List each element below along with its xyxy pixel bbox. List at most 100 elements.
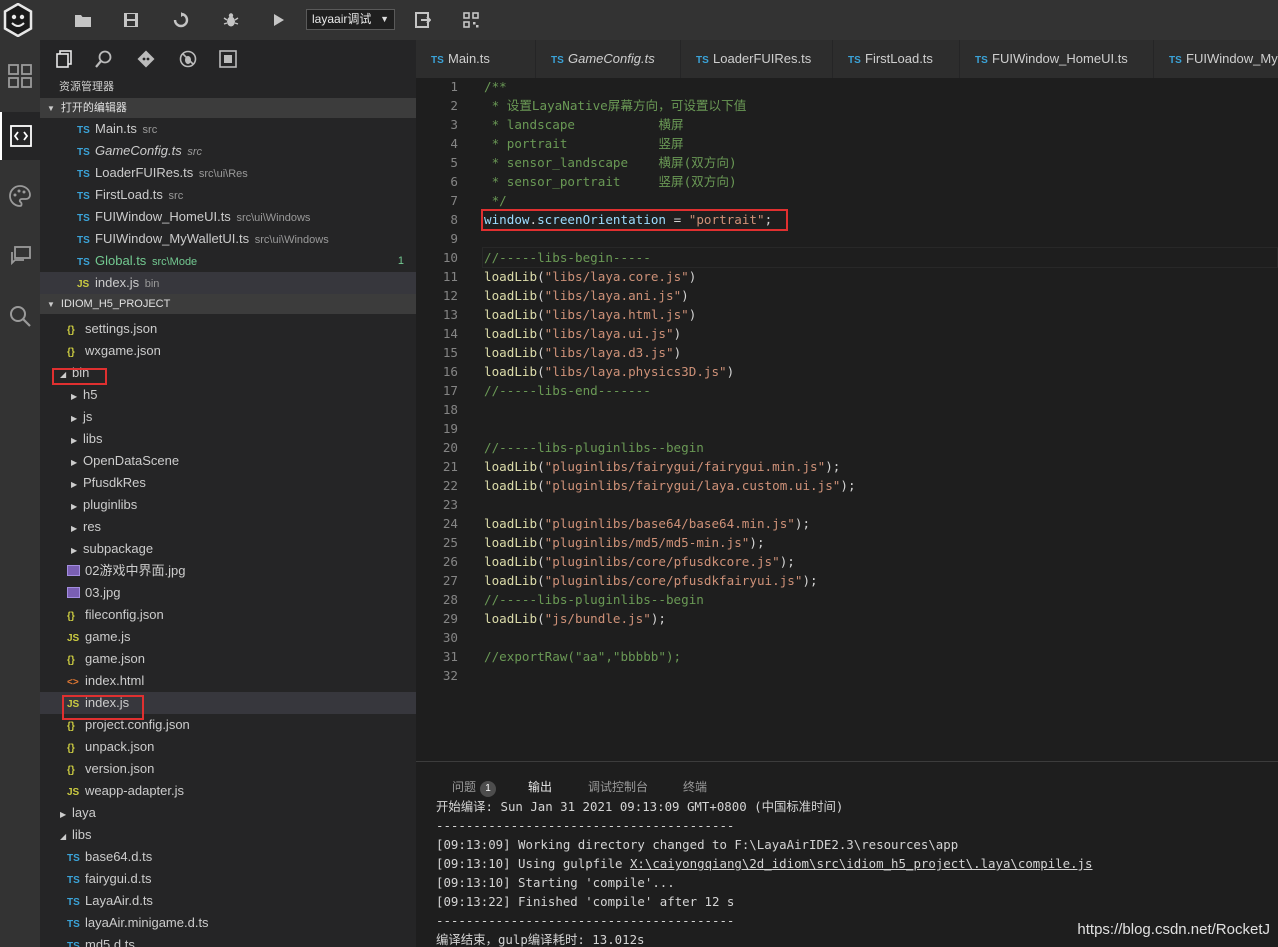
search-icon[interactable] [0,292,40,340]
editor-tab[interactable]: TS Main.ts [416,40,536,78]
export-icon[interactable] [412,9,434,31]
code-line: 21 loadLib("pluginlibs/fairygui/fairygui.… [416,457,1278,476]
open-editor-item[interactable]: TS LoaderFUIRes.ts src\ui\Res [40,162,416,184]
open-editor-item[interactable]: TS FUIWindow_HomeUI.ts src\ui\Windows [40,206,416,228]
save-icon[interactable] [120,9,142,31]
tree-item[interactable]: ▶ PfusdkRes [40,472,416,494]
tree-item[interactable]: ▶ libs [40,428,416,450]
panel-tab[interactable]: 终端 [683,778,707,795]
code-editor[interactable]: 1/** 2 * 设置LayaNative屏幕方向，可设置以下值 3 * lands… [416,78,1278,761]
problem-count-badge: 1 [480,781,497,797]
tree-item[interactable]: {} unpack.json [40,736,416,758]
tree-item[interactable]: ▶ pluginlibs [40,494,416,516]
tree-item[interactable]: {} fileconfig.json [40,604,416,626]
editor-tab[interactable]: TS GameConfig.ts [536,40,681,78]
tree-item[interactable]: ▶ subpackage [40,538,416,560]
line-number: 7 [450,193,458,208]
open-editor-item[interactable]: TS Main.ts src [40,118,416,140]
code-editor-icon[interactable] [0,112,40,160]
code-token: ( [537,478,545,493]
output-link[interactable]: X:\caiyongqiang\2d_idiom\src\idiom_h5_pr… [630,856,1093,871]
tree-item[interactable]: {} wxgame.json [40,340,416,362]
tree-item[interactable]: TS base64.d.ts [40,846,416,868]
code-token: ) [688,269,697,284]
code-token: ) [688,307,697,322]
panel-tab[interactable]: 输出 [528,778,552,795]
output-line: [09:13:09] Working directory changed to … [436,837,959,852]
code-token: "libs/laya.d3.js" [544,345,674,360]
code-text: loadLib("js/bundle.js"); [484,609,666,628]
code-token: "js/bundle.js" [544,611,651,626]
tree-item[interactable]: JS game.js [40,626,416,648]
typescript-file-icon: TS [431,55,444,66]
tree-item[interactable]: TS fairygui.d.ts [40,868,416,890]
open-folder-icon[interactable] [72,9,94,31]
line-number: 32 [442,668,458,683]
tab-label: LoaderFUIRes.ts [713,51,812,66]
tree-item[interactable]: ▶ res [40,516,416,538]
panel-tab[interactable]: 问题 1 [452,778,497,797]
files-icon[interactable] [53,48,75,70]
tree-item-name: project.config.json [85,717,190,732]
code-token: /** [484,79,507,94]
search-icon[interactable] [93,48,115,70]
line-number: 3 [450,117,458,132]
open-editor-item[interactable]: TS FUIWindow_MyWalletUI.ts src\ui\Windows [40,228,416,250]
typescript-file-icon: TS [67,853,80,864]
code-token: loadLib [484,478,538,493]
tree-item[interactable]: 03.jpg [40,582,416,604]
qrcode-icon[interactable] [460,9,482,31]
open-editor-item[interactable]: TS Global.ts src\Mode 1 [40,250,416,272]
debug-icon[interactable] [177,48,199,70]
tree-item[interactable]: {} version.json [40,758,416,780]
open-editor-item[interactable]: TS GameConfig.ts src [40,140,416,162]
open-editor-item[interactable]: JS index.js bin [40,272,416,294]
tree-item[interactable]: JS index.js [40,692,416,714]
code-text: * sensor_portrait 竖屏(双方向) [484,172,737,191]
tree-item[interactable]: ◢ libs [40,824,416,846]
code-token: ( [537,364,545,379]
tree-item[interactable]: ▶ OpenDataScene [40,450,416,472]
code-token: ( [537,345,545,360]
tree-item[interactable]: ▶ h5 [40,384,416,406]
tree-item[interactable]: TS md5.d.ts [40,934,416,947]
tree-item[interactable]: <> index.html [40,670,416,692]
run-play-icon[interactable] [268,9,290,31]
output-line: ---------------------------------------- [436,818,735,833]
project-header[interactable]: ▼ IDIOM_H5_PROJECT [40,294,416,314]
tree-item[interactable]: {} game.json [40,648,416,670]
code-line: 27 loadLib("pluginlibs/core/pfusdkfairyui… [416,571,1278,590]
refresh-icon[interactable] [170,9,192,31]
code-line: 32 [416,666,1278,685]
tree-item[interactable]: {} settings.json [40,318,416,340]
panel-tab[interactable]: 调试控制台 [588,778,648,795]
editor-tab[interactable]: TS FUIWindow_HomeUI.ts [960,40,1154,78]
tree-item[interactable]: ◢ bin [40,362,416,384]
chat-icon[interactable] [0,232,40,280]
tree-item[interactable]: ▶ laya [40,802,416,824]
grid-view-icon[interactable] [0,52,40,100]
extensions-icon[interactable] [217,48,239,70]
tree-item[interactable]: JS weapp-adapter.js [40,780,416,802]
open-editor-item[interactable]: TS FirstLoad.ts src [40,184,416,206]
tree-item[interactable]: {} project.config.json [40,714,416,736]
code-line: 22 loadLib("pluginlibs/fairygui/laya.cust… [416,476,1278,495]
code-token: . [529,212,538,227]
javascript-file-icon: JS [67,787,80,798]
editor-tab[interactable]: TS FUIWindow_MyWalletUI.ts [1154,40,1278,78]
code-line: 4 * portrait 竖屏 [416,134,1278,153]
git-icon[interactable] [135,48,157,70]
code-token: "pluginlibs/fairygui/fairygui.min.js" [544,459,826,474]
editor-tab[interactable]: TS LoaderFUIRes.ts [681,40,833,78]
open-editors-header[interactable]: ▼ 打开的编辑器 [40,98,416,118]
debug-bug-icon[interactable] [220,9,242,31]
run-config-select[interactable]: layaair调试 ▼ [306,9,395,30]
tree-item[interactable]: TS layaAir.minigame.d.ts [40,912,416,934]
editor-tab[interactable]: TS FirstLoad.ts [833,40,960,78]
tree-item[interactable]: 02游戏中界面.jpg [40,560,416,582]
tree-item[interactable]: ▶ js [40,406,416,428]
palette-icon[interactable] [0,172,40,220]
tree-item[interactable]: TS LayaAir.d.ts [40,890,416,912]
tree-item-name: base64.d.ts [85,849,153,864]
code-line: 5 * sensor_landscape 横屏(双方向) [416,153,1278,172]
